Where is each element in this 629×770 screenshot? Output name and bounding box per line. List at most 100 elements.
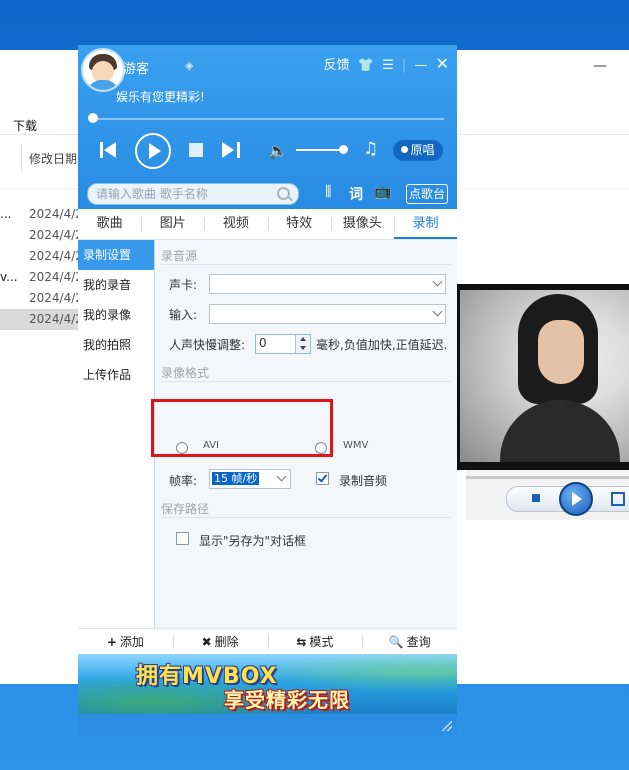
delay-label: 人声快慢调整:	[169, 338, 246, 352]
progress-knob[interactable]	[88, 113, 98, 123]
query-button[interactable]: 🔍 查询	[362, 629, 457, 655]
file-row[interactable]: 2024/4/2	[0, 225, 90, 246]
skin-shirt-icon[interactable]: 👕	[358, 58, 374, 73]
tab-videos[interactable]: 视频	[204, 209, 267, 239]
previous-icon[interactable]	[100, 142, 118, 158]
equalizer-icon[interactable]: ⫼	[325, 184, 331, 200]
column-header-modified[interactable]: 修改日期	[29, 150, 77, 167]
delete-button[interactable]: ✖ 删除	[172, 629, 268, 655]
separator: |	[401, 58, 407, 73]
section-save-path: 保存路径	[161, 502, 210, 516]
avatar[interactable]	[81, 48, 125, 92]
record-audio-label[interactable]: 录制音频	[339, 472, 387, 489]
volume-icon[interactable]: 🔈	[268, 141, 288, 160]
plus-icon: +	[106, 635, 117, 649]
banner-line2: 享受精彩无限	[224, 688, 350, 712]
delay-stepper[interactable]: 0	[255, 334, 311, 354]
save-as-checkbox[interactable]	[176, 532, 189, 545]
window-controls: 反馈 👕 ☰ | — ✕	[320, 54, 449, 73]
bottom-toolbar: + 添加 ✖ 删除 ⇆ 模式 🔍 查询	[78, 628, 457, 655]
mode-loop-icon: ⇆	[296, 635, 307, 649]
tab-record[interactable]: 录制	[393, 209, 458, 239]
search-input[interactable]	[88, 184, 276, 204]
input-select[interactable]	[209, 304, 446, 324]
record-audio-checkbox[interactable]	[316, 472, 329, 485]
sound-card-label: 声卡:	[169, 278, 198, 292]
chevron-down-icon	[276, 471, 287, 482]
song-request-button[interactable]: 点歌台	[406, 184, 448, 204]
song-progress-bar[interactable]	[92, 118, 444, 120]
sound-card-select[interactable]	[209, 274, 446, 294]
file-row-selected[interactable]: 2024/4/2	[0, 309, 90, 330]
file-date: 2024/4/2	[29, 291, 83, 305]
file-row[interactable]: 2024/4/2	[0, 288, 90, 309]
mvbox-window: 游客 ◈ 娱乐有您更精彩! 反馈 👕 ☰ | — ✕ 🔈 ♫ 原唱 ⫼ 词 📺 …	[78, 45, 458, 735]
tab-effects[interactable]: 特效	[267, 209, 331, 239]
section-video-format: 录像格式	[161, 366, 210, 380]
add-button[interactable]: + 添加	[78, 629, 173, 655]
video-stop-icon[interactable]	[532, 494, 540, 502]
file-row[interactable]: ... 2024/4/2	[0, 204, 90, 225]
save-as-label[interactable]: 显示"另存为"对话框	[199, 532, 306, 549]
volume-knob[interactable]	[339, 145, 348, 154]
fps-value: 15 帧/秒	[212, 472, 260, 485]
volume-slider[interactable]	[296, 149, 344, 151]
tab-songs[interactable]: 歌曲	[78, 209, 141, 239]
toggle-dot	[401, 146, 409, 153]
diamond-icon[interactable]: ◈	[185, 60, 198, 71]
tv-icon[interactable]: 📺	[374, 184, 391, 200]
divider	[161, 517, 451, 518]
search-icon[interactable]	[277, 187, 290, 200]
video-play-icon[interactable]	[559, 482, 593, 516]
sidenav-upload-works[interactable]: 上传作品	[78, 360, 154, 390]
format-wmv-label: WMV	[343, 440, 369, 451]
file-date: 2024/4/2	[29, 207, 83, 221]
delay-hint: 毫秒,负值加快,正值延迟.	[316, 338, 448, 352]
resize-grip-icon[interactable]	[442, 721, 452, 731]
mode-label: 模式	[309, 635, 334, 649]
file-row[interactable]: v... 2024/4/2	[0, 267, 90, 288]
video-controls	[466, 470, 629, 520]
playlist-icon[interactable]: ♫	[363, 139, 378, 159]
stop-icon[interactable]	[189, 143, 203, 157]
record-sidenav: 录制设置 我的录音 我的录像 我的拍照 上传作品	[78, 240, 155, 628]
next-icon[interactable]	[222, 142, 240, 158]
input-label: 输入:	[169, 308, 198, 322]
sidenav-my-photos[interactable]: 我的拍照	[78, 330, 154, 360]
close-icon[interactable]: ✕	[436, 54, 449, 73]
username[interactable]: 游客	[123, 58, 149, 77]
video-seek-bar[interactable]	[466, 476, 629, 479]
feedback-link[interactable]: 反馈	[324, 54, 350, 73]
delete-label: 删除	[214, 635, 239, 649]
chevron-down-icon	[432, 276, 443, 287]
fps-label: 帧率:	[169, 474, 198, 488]
camera-frame	[460, 290, 629, 462]
delete-x-icon: ✖	[201, 635, 212, 649]
tab-pictures[interactable]: 图片	[141, 209, 204, 239]
avatar-shirt	[87, 80, 119, 90]
sidenav-my-videos[interactable]: 我的录像	[78, 300, 154, 330]
person-face	[538, 320, 584, 384]
sidenav-my-recordings[interactable]: 我的录音	[78, 270, 154, 300]
file-row[interactable]: 2024/4/2	[0, 246, 90, 267]
status-bar	[78, 714, 457, 735]
play-icon[interactable]	[135, 133, 171, 169]
fullscreen-icon[interactable]	[611, 492, 625, 506]
stepper-arrows-icon[interactable]	[295, 335, 310, 353]
file-name: v...	[0, 270, 18, 284]
sidenav-record-settings[interactable]: 录制设置	[78, 240, 154, 270]
song-search-box[interactable]	[87, 183, 299, 205]
mode-button[interactable]: ⇆ 模式	[267, 629, 363, 655]
explorer-menu-download[interactable]: 下载	[13, 117, 37, 134]
tab-camera[interactable]: 摄像头	[330, 209, 394, 239]
lyrics-icon[interactable]: 词	[349, 184, 363, 204]
menu-list-icon[interactable]: ☰	[382, 58, 394, 73]
original-vocal-toggle[interactable]: 原唱	[393, 140, 443, 161]
minimize-icon[interactable]: —	[593, 58, 607, 74]
minimize-icon[interactable]: —	[414, 58, 427, 73]
section-audio-source: 录音源	[161, 249, 198, 263]
promo-banner[interactable]: 拥有MVBOX 享受精彩无限	[78, 654, 457, 714]
search-icon: 🔍	[388, 635, 404, 649]
column-separator[interactable]	[21, 145, 22, 171]
fps-select[interactable]: 15 帧/秒	[209, 469, 291, 489]
